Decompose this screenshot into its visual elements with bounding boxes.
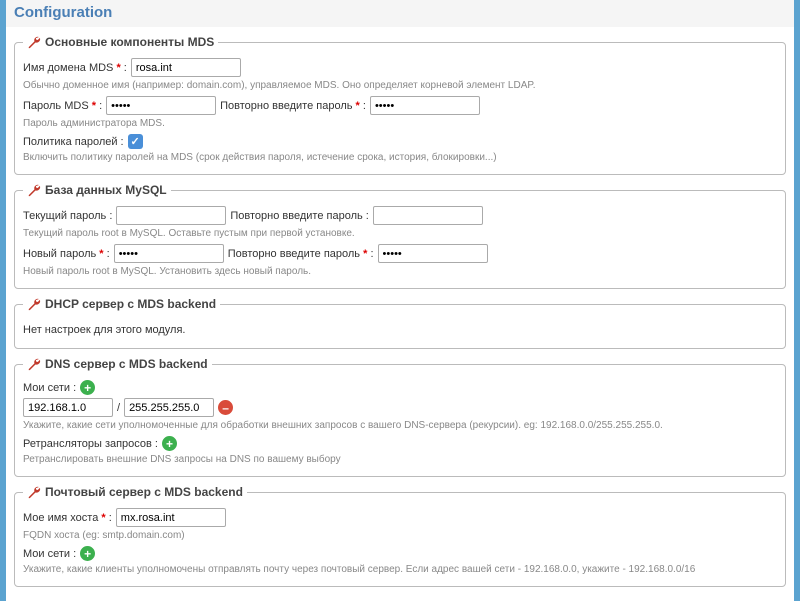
wrench-icon: [27, 357, 41, 371]
mail-hostname-label: Мое имя хоста * :: [23, 512, 112, 524]
mail-hostname-input[interactable]: [116, 508, 226, 527]
dns-net-mask-input[interactable]: [124, 398, 214, 417]
section-dhcp: DHCP сервер с MDS backend Нет настроек д…: [14, 297, 786, 349]
legend-mail: Почтовый сервер с MDS backend: [23, 485, 247, 499]
dns-networks-help: Укажите, какие сети уполномоченные для о…: [23, 419, 777, 432]
add-mail-network-icon[interactable]: +: [80, 546, 95, 561]
mds-password-input[interactable]: [106, 96, 216, 115]
add-network-icon[interactable]: +: [80, 380, 95, 395]
mail-hostname-help: FQDN хоста (eg: smtp.domain.com): [23, 529, 777, 542]
legend-mail-text: Почтовый сервер с MDS backend: [45, 485, 243, 499]
mysql-current-confirm-label: Повторно введите пароль :: [230, 210, 368, 222]
dns-forwarders-label: Ретрансляторы запросов :: [23, 438, 158, 450]
mysql-new-help: Новый пароль root в MySQL. Установить зд…: [23, 265, 777, 278]
wrench-icon: [27, 485, 41, 499]
legend-dns-text: DNS сервер с MDS backend: [45, 357, 208, 371]
legend-mysql-text: База данных MySQL: [45, 183, 167, 197]
section-mds-core: Основные компоненты MDS Имя домена MDS *…: [14, 35, 786, 175]
content-area: Основные компоненты MDS Имя домена MDS *…: [6, 27, 794, 601]
page-title: Configuration: [6, 0, 794, 27]
section-mail: Почтовый сервер с MDS backend Мое имя хо…: [14, 485, 786, 587]
wrench-icon: [27, 297, 41, 311]
mysql-current-input[interactable]: [116, 206, 226, 225]
mds-domain-help: Обычно доменное имя (например: domain.co…: [23, 79, 777, 92]
mds-policy-checkbox[interactable]: ✓: [128, 134, 143, 149]
mysql-current-confirm-input[interactable]: [373, 206, 483, 225]
wrench-icon: [27, 183, 41, 197]
mysql-new-input[interactable]: [114, 244, 224, 263]
mds-password-confirm-label: Повторно введите пароль * :: [220, 100, 366, 112]
mysql-new-confirm-label: Повторно введите пароль * :: [228, 248, 374, 260]
mail-networks-help: Укажите, какие клиенты уполномочены отпр…: [23, 563, 777, 576]
legend-mds: Основные компоненты MDS: [23, 35, 218, 49]
add-forwarder-icon[interactable]: +: [162, 436, 177, 451]
mds-domain-input[interactable]: [131, 58, 241, 77]
wrench-icon: [27, 35, 41, 49]
section-dns: DNS сервер с MDS backend Мои сети : + / …: [14, 357, 786, 477]
dns-networks-label: Мои сети :: [23, 382, 76, 394]
mail-networks-label: Мои сети :: [23, 548, 76, 560]
remove-network-icon[interactable]: –: [218, 400, 233, 415]
legend-mds-text: Основные компоненты MDS: [45, 35, 214, 49]
mds-password-help: Пароль администратора MDS.: [23, 117, 777, 130]
mysql-new-label: Новый пароль * :: [23, 248, 110, 260]
dhcp-empty-text: Нет настроек для этого модуля.: [23, 324, 186, 336]
mds-policy-label: Политика паролей :: [23, 136, 124, 148]
dns-forwarders-help: Ретранслировать внешние DNS запросы на D…: [23, 453, 777, 466]
mds-policy-help: Включить политику паролей на MDS (срок д…: [23, 151, 777, 164]
section-mysql: База данных MySQL Текущий пароль : Повто…: [14, 183, 786, 289]
legend-dhcp-text: DHCP сервер с MDS backend: [45, 297, 216, 311]
mysql-new-confirm-input[interactable]: [378, 244, 488, 263]
mysql-current-label: Текущий пароль :: [23, 210, 112, 222]
legend-dns: DNS сервер с MDS backend: [23, 357, 212, 371]
slash-separator: /: [117, 402, 120, 414]
legend-mysql: База данных MySQL: [23, 183, 171, 197]
dns-net-ip-input[interactable]: [23, 398, 113, 417]
mds-password-label: Пароль MDS * :: [23, 100, 102, 112]
mds-domain-label: Имя домена MDS * :: [23, 62, 127, 74]
mysql-current-help: Текущий пароль root в MySQL. Оставьте пу…: [23, 227, 777, 240]
legend-dhcp: DHCP сервер с MDS backend: [23, 297, 220, 311]
mds-password-confirm-input[interactable]: [370, 96, 480, 115]
